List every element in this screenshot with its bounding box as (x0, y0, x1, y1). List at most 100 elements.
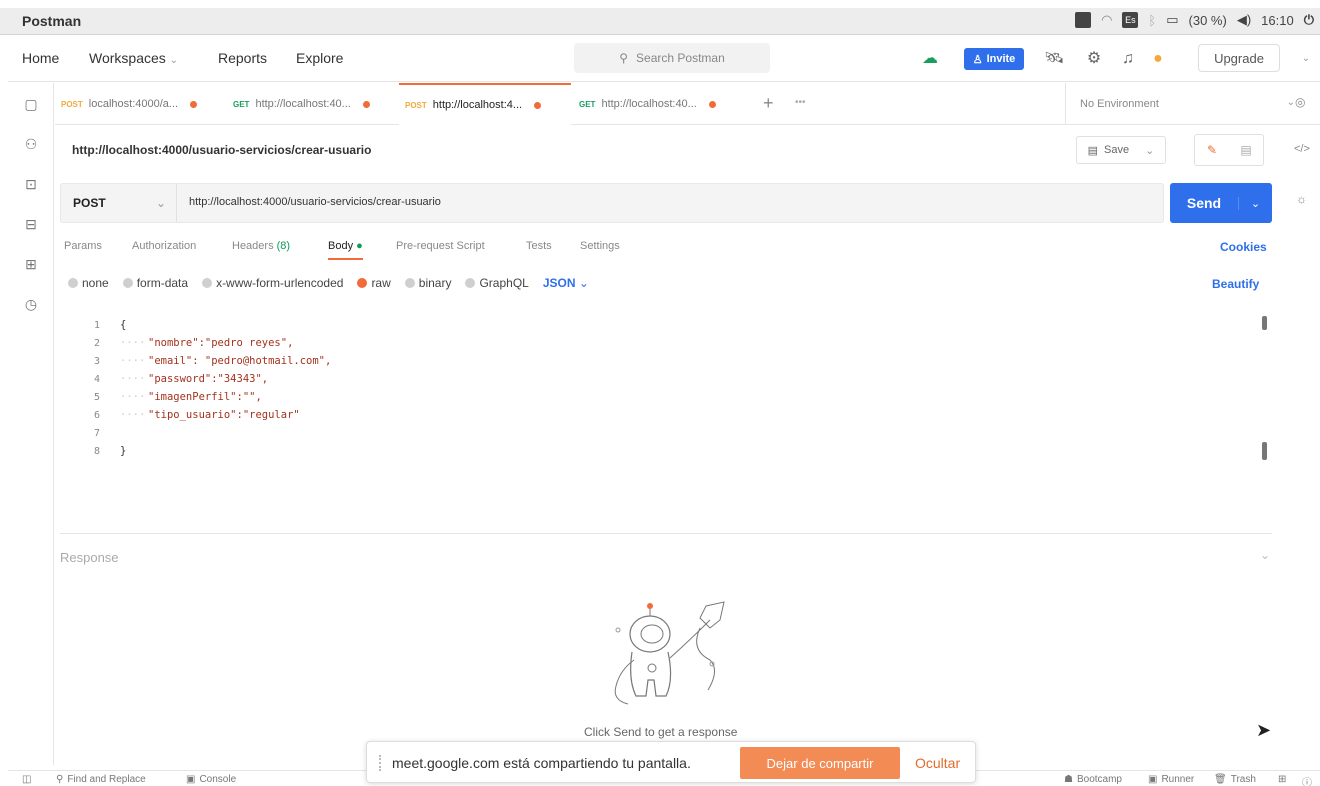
radio-icon (202, 278, 213, 288)
apis-icon[interactable]: ⚇ (22, 135, 40, 153)
invite-label: Invite (986, 53, 1016, 65)
bootcamp-label: Bootcamp (1076, 774, 1122, 785)
collections-icon[interactable]: ▢ (22, 95, 40, 113)
tab-tests[interactable]: Tests (526, 240, 552, 252)
tab-body[interactable]: Body ● (328, 240, 363, 260)
mock-servers-icon[interactable]: ⊟ (22, 215, 40, 233)
satellite-icon[interactable]: 🛰 (1044, 49, 1064, 69)
tab-method: GET (233, 99, 250, 109)
send-label: Send (1186, 195, 1222, 211)
nav-home[interactable]: Home (22, 50, 59, 66)
code-line: { (120, 319, 127, 331)
runner-button[interactable]: ▣ Runner (1148, 774, 1194, 785)
tab-label: http://localhost:40... (255, 98, 351, 110)
radio-urlencoded[interactable]: x-www-form-urlencoded (202, 276, 343, 290)
radio-none[interactable]: none (68, 276, 109, 290)
wifi-icon[interactable]: ◠ (1101, 12, 1112, 28)
hide-banner-button[interactable]: Ocultar (915, 755, 960, 771)
toggle-sidebar-icon[interactable]: ◫ (22, 774, 31, 785)
format-selector[interactable]: JSON ⌄ (543, 276, 589, 290)
request-title[interactable]: http://localhost:4000/usuario-servicios/… (72, 143, 371, 157)
environments-icon[interactable]: ⊡ (22, 175, 40, 193)
line-number: 8 (93, 446, 100, 457)
bluetooth-icon[interactable]: ᛒ (1148, 13, 1156, 28)
nav-reports[interactable]: Reports (218, 50, 267, 66)
request-tab-active[interactable]: POST http://localhost:4... (399, 83, 571, 125)
response-collapse-icon[interactable]: ⌄ (1260, 548, 1270, 562)
code-icon[interactable]: </> (1294, 143, 1310, 155)
radio-graphql[interactable]: GraphQL (465, 276, 529, 290)
url-input[interactable]: http://localhost:4000/usuario-servicios/… (189, 196, 441, 208)
layout-icon[interactable]: ⊞ (1278, 774, 1286, 785)
code-line: "password":"34343", (148, 373, 269, 385)
view-mode-group: ✎ ▤ (1194, 134, 1264, 166)
sync-cloud-icon[interactable]: ☁ (920, 49, 940, 69)
eye-icon[interactable]: ◎ (1295, 95, 1305, 109)
search-icon: ⚲ (56, 774, 64, 785)
find-replace-label: Find and Replace (67, 774, 146, 785)
unsaved-dot-icon (534, 101, 542, 109)
menu-icon[interactable] (1075, 12, 1092, 28)
invite-button[interactable]: ♙ Invite (964, 48, 1024, 70)
save-button[interactable]: ▤ Save ⌄ (1076, 136, 1166, 164)
nav-workspaces[interactable]: Workspaces ⌄ (89, 50, 178, 66)
chevron-down-icon[interactable]: ⌄ (1238, 196, 1272, 210)
editor-scrollbar-top[interactable] (1262, 316, 1267, 330)
documentation-icon[interactable]: ▤ (1229, 143, 1263, 157)
method-selector[interactable]: POST ⌄ (61, 184, 177, 222)
tab-label: localhost:4000/a... (88, 98, 179, 110)
edit-pencil-icon[interactable]: ✎ (1195, 143, 1229, 157)
power-icon[interactable]: ⏻ (1304, 12, 1314, 28)
new-tab-plus-icon[interactable]: + (763, 93, 774, 114)
history-icon[interactable]: ◷ (22, 295, 40, 313)
trash-button[interactable]: 🗑 Trash (1214, 774, 1256, 785)
radio-form-data[interactable]: form-data (122, 276, 188, 290)
cookies-link[interactable]: Cookies (1220, 240, 1267, 254)
tab-settings[interactable]: Settings (580, 240, 620, 252)
chevron-down-icon: ⌄ (1286, 97, 1295, 108)
response-label: Response (60, 550, 119, 565)
console-button[interactable]: ▣ Console (186, 774, 236, 785)
bootcamp-button[interactable]: ☗ Bootcamp (1064, 774, 1122, 785)
radio-binary[interactable]: binary (404, 276, 451, 290)
beautify-link[interactable]: Beautify (1212, 277, 1259, 291)
upgrade-chevron-icon[interactable]: ⌄ (1296, 49, 1316, 69)
find-replace-button[interactable]: ⚲ Find and Replace (56, 774, 146, 785)
code-editor[interactable]: 1 2 3 4 5 6 7 8 { ···· "nombre":"pedro r… (60, 312, 1272, 534)
stop-sharing-button[interactable]: Dejar de compartir (740, 747, 900, 779)
search-bar[interactable]: ⚲ Search Postman (574, 43, 770, 73)
monitors-icon[interactable]: ⊞ (22, 255, 40, 273)
avatar[interactable]: ● (1148, 49, 1168, 69)
settings-icon[interactable]: ⚙ (1084, 49, 1104, 69)
more-tabs-icon[interactable]: ••• (795, 97, 806, 108)
radio-raw[interactable]: raw (357, 276, 391, 290)
tab-params[interactable]: Params (64, 240, 102, 252)
request-tab[interactable]: GET http://localhost:40... (573, 83, 745, 125)
help-icon[interactable]: ⓘ (1302, 774, 1312, 786)
search-placeholder: Search Postman (636, 51, 725, 65)
radio-icon (68, 278, 78, 288)
keyboard-layout[interactable]: Es (1122, 12, 1139, 28)
volume-icon[interactable]: ◀) (1237, 12, 1251, 28)
tab-prerequest-script[interactable]: Pre-request Script (396, 240, 485, 252)
astronaut-rocket-illustration (614, 601, 725, 705)
lightbulb-icon[interactable]: ☼ (1296, 192, 1307, 206)
tab-authorization[interactable]: Authorization (132, 240, 196, 252)
clock[interactable]: 16:10 (1261, 13, 1294, 28)
app-header: Home Workspaces ⌄ Reports Explore ⚲ Sear… (8, 36, 1320, 82)
tab-headers[interactable]: Headers (8) (232, 240, 290, 252)
battery-level: (30 %) (1188, 12, 1227, 28)
send-button[interactable]: Send ⌄ (1170, 183, 1272, 223)
battery-icon[interactable]: ▭ (1166, 12, 1178, 28)
line-number: 4 (93, 374, 100, 385)
drag-handle-icon[interactable] (379, 755, 381, 771)
upgrade-button[interactable]: Upgrade (1198, 44, 1280, 72)
nav-explore[interactable]: Explore (296, 50, 343, 66)
request-url-bar: POST ⌄ http://localhost:4000/usuario-ser… (60, 183, 1164, 223)
editor-scrollbar-thumb[interactable] (1262, 442, 1267, 460)
bell-icon[interactable]: ♫ (1118, 49, 1138, 69)
request-tab[interactable]: GET http://localhost:40... (227, 83, 397, 125)
request-tab[interactable]: POST localhost:4000/a... (55, 83, 225, 125)
environment-selector[interactable]: No Environment ⌄ (1065, 83, 1309, 125)
chevron-down-icon: ⌄ (578, 276, 589, 290)
